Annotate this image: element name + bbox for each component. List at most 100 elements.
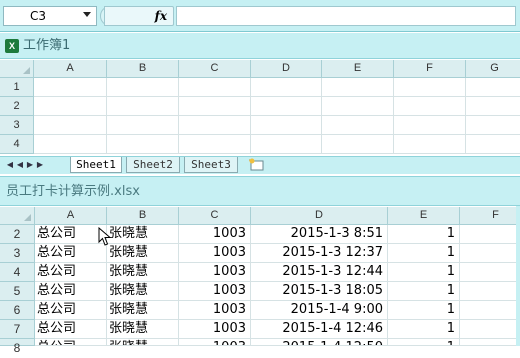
grid-cell[interactable] [394, 116, 466, 135]
table-cell[interactable]: 张晓慧 [107, 339, 179, 346]
grid-cell[interactable] [466, 97, 520, 116]
grid-cell[interactable] [466, 116, 520, 135]
row-header[interactable]: 6 [0, 301, 35, 320]
table-cell[interactable] [460, 263, 520, 282]
table-cell[interactable]: 1003 [179, 244, 251, 263]
row-header[interactable]: 5 [0, 282, 35, 301]
row-header[interactable]: 2 [0, 97, 34, 116]
column-header-a[interactable]: A [35, 207, 107, 225]
prev-sheet-icon[interactable]: ◀ [16, 159, 24, 171]
table-cell[interactable]: 1 [388, 301, 460, 320]
vertical-scrollbar[interactable] [516, 206, 520, 346]
select-all-corner[interactable] [0, 60, 34, 78]
table-cell[interactable]: 1 [388, 339, 460, 346]
row-header[interactable]: 3 [0, 244, 35, 263]
row-header[interactable]: 4 [0, 263, 35, 282]
insert-sheet-icon[interactable] [248, 158, 266, 172]
table-cell[interactable]: 1003 [179, 320, 251, 339]
grid-cell[interactable] [466, 78, 520, 97]
grid-cell[interactable] [251, 116, 322, 135]
workbook1-titlebar[interactable] [0, 33, 520, 59]
table-cell[interactable]: 总公司 [35, 282, 107, 301]
column-header-a[interactable]: A [34, 60, 107, 78]
grid-cell[interactable] [179, 78, 251, 97]
column-header-e[interactable]: E [322, 60, 394, 78]
table-cell[interactable]: 总公司 [35, 263, 107, 282]
first-sheet-icon[interactable]: ◀ [6, 159, 14, 171]
grid-cell[interactable] [466, 135, 520, 154]
grid-cell[interactable] [322, 135, 394, 154]
grid-cell[interactable] [107, 78, 179, 97]
column-header-c[interactable]: C [179, 60, 251, 78]
table-cell[interactable]: 1 [388, 320, 460, 339]
table-cell[interactable]: 张晓慧 [107, 244, 179, 263]
select-all-corner[interactable] [0, 207, 35, 225]
grid-cell[interactable] [322, 78, 394, 97]
table-cell[interactable] [460, 339, 520, 346]
row-header[interactable]: 7 [0, 320, 35, 339]
grid-cell[interactable] [251, 135, 322, 154]
table-cell[interactable]: 1 [388, 263, 460, 282]
grid-cell[interactable] [107, 135, 179, 154]
table-cell[interactable]: 总公司 [35, 339, 107, 346]
row-header[interactable]: 8 [0, 339, 35, 355]
grid-cell[interactable] [34, 78, 107, 97]
table-cell[interactable]: 2015-1-4 12:50 [251, 339, 388, 346]
table-cell[interactable] [460, 244, 520, 263]
table-cell[interactable]: 总公司 [35, 320, 107, 339]
column-header-b[interactable]: B [107, 60, 179, 78]
table-cell[interactable]: 张晓慧 [107, 263, 179, 282]
table-cell[interactable] [460, 282, 520, 301]
grid-cell[interactable] [179, 116, 251, 135]
column-header-b[interactable]: B [107, 207, 179, 225]
grid-cell[interactable] [34, 135, 107, 154]
grid-cell[interactable] [107, 116, 179, 135]
table-cell[interactable]: 总公司 [35, 225, 107, 244]
row-header[interactable]: 4 [0, 135, 34, 154]
grid-cell[interactable] [34, 97, 107, 116]
column-header-d[interactable]: D [251, 60, 322, 78]
row-header[interactable]: 1 [0, 78, 34, 97]
column-header-f[interactable]: F [460, 207, 520, 225]
table-cell[interactable]: 张晓慧 [107, 301, 179, 320]
table-cell[interactable] [460, 225, 520, 244]
table-cell[interactable] [460, 301, 520, 320]
table-cell[interactable]: 1 [388, 282, 460, 301]
table-cell[interactable]: 2015-1-3 12:37 [251, 244, 388, 263]
table-cell[interactable]: 2015-1-4 12:46 [251, 320, 388, 339]
table-cell[interactable]: 1003 [179, 282, 251, 301]
table-cell[interactable] [460, 320, 520, 339]
table-cell[interactable]: 2015-1-3 8:51 [251, 225, 388, 244]
table-cell[interactable]: 1003 [179, 225, 251, 244]
table-cell[interactable]: 总公司 [35, 244, 107, 263]
grid-cell[interactable] [394, 78, 466, 97]
row-header[interactable]: 3 [0, 116, 34, 135]
row-header[interactable]: 2 [0, 225, 35, 244]
table-cell[interactable]: 2015-1-3 12:44 [251, 263, 388, 282]
table-cell[interactable]: 1003 [179, 301, 251, 320]
table-cell[interactable]: 1 [388, 225, 460, 244]
grid-cell[interactable] [251, 78, 322, 97]
table-cell[interactable]: 1 [388, 244, 460, 263]
next-sheet-icon[interactable]: ▶ [26, 159, 34, 171]
grid-cell[interactable] [179, 97, 251, 116]
insert-function-button[interactable]: fx [104, 6, 174, 26]
table-cell[interactable]: 张晓慧 [107, 225, 179, 244]
tab-sheet3[interactable]: Sheet3 [184, 157, 238, 173]
grid-cell[interactable] [322, 97, 394, 116]
table-cell[interactable]: 张晓慧 [107, 282, 179, 301]
column-header-e[interactable]: E [388, 207, 460, 225]
last-sheet-icon[interactable]: ▶ [36, 159, 44, 171]
grid-cell[interactable] [107, 97, 179, 116]
tab-sheet2[interactable]: Sheet2 [126, 157, 180, 173]
table-cell[interactable]: 1003 [179, 339, 251, 346]
column-header-g[interactable]: G [466, 60, 520, 78]
table-cell[interactable]: 张晓慧 [107, 320, 179, 339]
table-cell[interactable]: 2015-1-4 9:00 [251, 301, 388, 320]
table-cell[interactable]: 总公司 [35, 301, 107, 320]
table-cell[interactable]: 2015-1-3 18:05 [251, 282, 388, 301]
grid-cell[interactable] [394, 97, 466, 116]
grid-cell[interactable] [251, 97, 322, 116]
grid-cell[interactable] [179, 135, 251, 154]
formula-input[interactable] [176, 6, 516, 26]
